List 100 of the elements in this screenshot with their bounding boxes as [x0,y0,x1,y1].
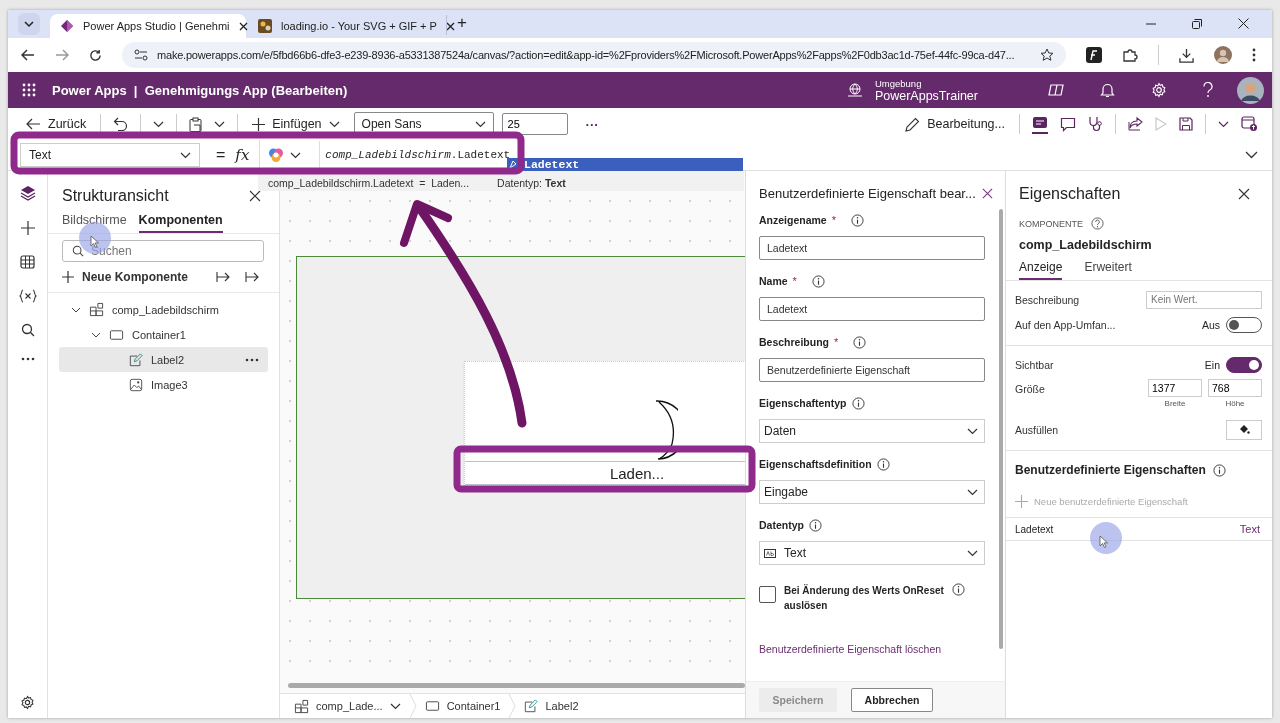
environment-name[interactable]: PowerAppsTrainer [874,88,978,103]
text-field[interactable]: Ladetext [759,297,985,321]
text-field[interactable]: Benutzerdefinierte Eigenschaft [759,358,985,382]
formula-panel-icon[interactable] [1032,116,1048,134]
settings-icon[interactable] [20,695,35,710]
comment-icon[interactable] [1060,116,1076,132]
plus-icon[interactable] [20,221,35,235]
select-dropdown[interactable]: Eingabe [759,480,985,504]
more-button[interactable]: ··· [585,116,599,132]
more-icon[interactable] [245,357,259,362]
new-tab-button[interactable]: + [446,15,477,35]
tree-item[interactable]: Container1 [59,322,268,347]
info-icon[interactable] [952,583,965,596]
browser-tab[interactable]: Power Apps Studio | Genehmi [50,14,246,38]
breadcrumb-item[interactable]: comp_Lade... [294,698,401,714]
publish-icon[interactable] [1241,116,1258,132]
tab-list-icon[interactable] [18,13,40,35]
share-icon[interactable] [1128,117,1143,131]
component-frame[interactable]: Laden... [296,256,745,599]
help-icon[interactable] [1091,217,1104,230]
paste-icon[interactable] [189,116,203,132]
forward-icon[interactable] [55,49,69,61]
tree-item[interactable]: Label2 [59,347,268,372]
avatar-icon[interactable] [1237,76,1264,104]
panel-tab[interactable]: Komponenten [138,213,223,233]
avatar-icon[interactable] [1214,46,1232,64]
font-size-field[interactable]: 25 [501,113,568,135]
app-launcher-icon[interactable] [22,83,36,97]
panel-tab[interactable]: Anzeige [1019,260,1063,280]
close-icon[interactable] [445,21,455,31]
width-field[interactable]: 1377 [1148,379,1202,397]
stethoscope-icon[interactable] [1088,116,1103,132]
browser-tab[interactable]: loading.io - Your SVG + GIF + P [248,14,444,38]
back-button[interactable]: Zurück [24,115,89,133]
toggle-switch[interactable] [1226,356,1262,373]
info-icon[interactable] [876,457,890,471]
search-field[interactable]: Suchen [62,240,264,262]
restore-icon[interactable] [1192,19,1202,29]
close-icon[interactable] [249,190,261,202]
info-icon[interactable] [853,335,867,349]
scrollbar-thumb[interactable] [288,683,745,688]
star-icon[interactable] [1040,48,1054,62]
info-icon[interactable] [1212,463,1226,477]
info-icon[interactable] [850,213,864,227]
variables-icon[interactable] [18,289,37,303]
breadcrumb-item[interactable]: Label2 [524,699,579,713]
insert-button[interactable]: Einfügen [250,115,342,133]
cancel-button[interactable]: Abbrechen [851,688,933,712]
info-icon[interactable] [851,396,865,410]
help-icon[interactable] [1203,82,1213,98]
panel-tab[interactable]: Bildschirme [62,213,127,233]
puzzle-icon[interactable] [1122,47,1138,63]
checkbox[interactable] [759,586,776,603]
download-icon[interactable] [1179,47,1194,63]
property-label: Sichtbar [1015,358,1055,371]
close-icon[interactable] [1238,18,1249,29]
panel-tab[interactable]: Erweitert [1084,260,1132,280]
undo-icon[interactable] [113,117,129,131]
edit-mode-button[interactable]: Bearbeitung... [903,114,1007,134]
table-icon[interactable] [20,255,35,269]
property-dropdown[interactable]: Text [20,143,200,167]
color-picker-button[interactable] [1226,419,1262,440]
extension-icon[interactable] [1086,47,1102,63]
info-icon[interactable] [808,518,822,532]
tree-item[interactable]: comp_Ladebildschirm [59,297,268,322]
loading-label[interactable]: Laden... [465,461,745,485]
data-type-info: Datentyp: Text [497,177,566,189]
description-field[interactable]: Kein Wert. [1146,290,1262,309]
save-icon[interactable] [1179,117,1193,131]
plus-icon [62,271,74,283]
address-field[interactable]: make.powerapps.com/e/5fbd66b6-dfe3-e239-8936-a5331387524a/canvas/?action=edit&app-id=%2Fproviders%2FMicrosoft.PowerApps%2Fapps%2F0db3ac1d-75ef-44fc-99ca-d47... [122,42,1066,68]
breadcrumb-item[interactable]: Container1 [424,700,501,712]
more-icon[interactable] [20,357,35,361]
tree-item[interactable]: Image3 [59,372,268,397]
bell-icon[interactable] [1100,82,1115,98]
expand-icon[interactable] [245,272,260,282]
reload-icon[interactable] [89,48,102,62]
delete-link[interactable]: Benutzerdefinierte Eigenschaft löschen [759,643,985,655]
container-card[interactable]: Laden... [464,361,745,486]
copilot-icon[interactable] [1048,82,1064,98]
height-field[interactable]: 768 [1208,379,1262,397]
text-field[interactable]: Ladetext [759,236,985,260]
property-name[interactable]: Ladetext [1015,523,1054,535]
back-icon[interactable] [21,49,35,61]
select-dropdown[interactable]: Text [759,541,985,565]
chevron-icon [389,702,401,710]
chevron-icon [180,151,191,159]
search-icon[interactable] [20,323,35,337]
close-icon[interactable] [238,21,248,31]
expand-icon[interactable] [1245,151,1258,159]
site-settings-icon[interactable] [134,49,148,61]
new-component-button[interactable]: Neue Komponente [62,270,188,284]
info-icon[interactable] [811,274,825,288]
layers-icon[interactable] [19,185,36,201]
menu-icon[interactable] [1252,48,1256,62]
close-icon[interactable] [982,188,993,199]
collapse-icon[interactable] [216,272,231,282]
close-icon[interactable] [1238,188,1250,200]
select-dropdown[interactable]: Daten [759,419,985,443]
suggestion-item[interactable]: Ladetext [507,158,743,171]
